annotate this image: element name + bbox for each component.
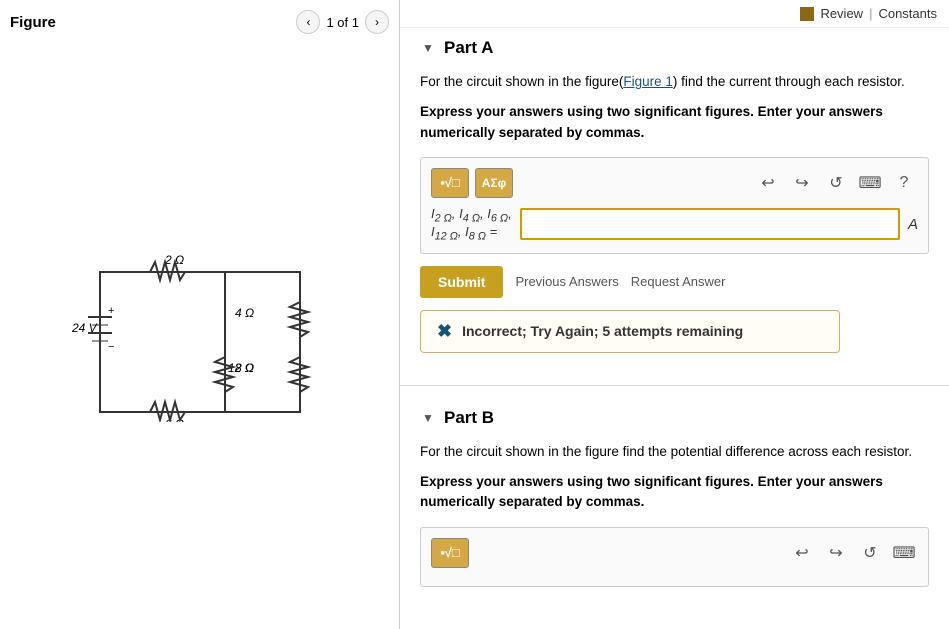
submit-button[interactable]: Submit — [420, 266, 503, 298]
reset-button[interactable]: ↺ — [822, 169, 850, 197]
right-panel: Review | Constants ▼ Part A For the circ… — [400, 0, 949, 629]
part-b-title: Part B — [444, 408, 494, 428]
part-a-answer-box: ▪√□ ΑΣφ ↩ ↪ ↺ ⌨ ? I2 Ω, I4 Ω, I6 Ω, — [420, 157, 929, 254]
figure-count: 1 of 1 — [326, 15, 359, 30]
part-b-question: For the circuit shown in the figure find… — [420, 442, 929, 462]
help-button[interactable]: ? — [890, 169, 918, 197]
svg-text:4 Ω: 4 Ω — [235, 306, 254, 320]
constants-link[interactable]: Constants — [878, 6, 937, 21]
symbol-tool-button[interactable]: ΑΣφ — [475, 168, 513, 198]
part-b-redo-button[interactable]: ↪ — [822, 539, 850, 567]
part-b-instructions: Express your answers using two significa… — [420, 472, 929, 513]
math-tool-button[interactable]: ▪√□ — [431, 168, 469, 198]
request-answer-link[interactable]: Request Answer — [631, 274, 726, 289]
keyboard-button[interactable]: ⌨ — [856, 169, 884, 197]
action-row: Submit Previous Answers Request Answer — [420, 266, 929, 298]
next-figure-button[interactable]: › — [365, 10, 389, 34]
part-a-toggle[interactable]: ▼ — [420, 40, 436, 56]
part-b-reset-button[interactable]: ↺ — [856, 539, 884, 567]
circuit-diagram: 2 Ω + − 24 V 6 Ω 4 — [10, 44, 389, 619]
feedback-text: Incorrect; Try Again; 5 attempts remaini… — [462, 323, 743, 339]
part-b-answer-box: ▪√□ ↩ ↪ ↺ ⌨ — [420, 527, 929, 587]
math-tool-icon: ▪√□ — [440, 175, 460, 190]
svg-text:+: + — [108, 305, 114, 317]
svg-text:24 V: 24 V — [71, 321, 98, 335]
prev-figure-button[interactable]: ‹ — [296, 10, 320, 34]
figure-title: Figure — [10, 14, 56, 31]
review-link[interactable]: Review — [820, 6, 863, 21]
answer-input[interactable] — [520, 208, 900, 240]
part-b-toggle[interactable]: ▼ — [420, 410, 436, 426]
top-bar: Review | Constants — [400, 0, 949, 28]
part-b-math-tool-button[interactable]: ▪√□ — [431, 538, 469, 568]
review-icon — [800, 7, 814, 21]
redo-button[interactable]: ↪ — [788, 169, 816, 197]
previous-answers-link[interactable]: Previous Answers — [515, 274, 618, 289]
feedback-box: ✖ Incorrect; Try Again; 5 attempts remai… — [420, 310, 840, 353]
part-b-math-icon: ▪√□ — [440, 545, 460, 560]
feedback-icon: ✖ — [437, 321, 452, 342]
symbol-tool-icon: ΑΣφ — [482, 176, 506, 190]
figure-nav: ‹ 1 of 1 › — [296, 10, 389, 34]
part-b-section: ▼ Part B For the circuit shown in the fi… — [400, 398, 949, 615]
separator: | — [869, 6, 872, 21]
part-b-keyboard-button[interactable]: ⌨ — [890, 539, 918, 567]
input-suffix: A — [908, 216, 918, 233]
part-a-title: Part A — [444, 38, 493, 58]
input-label: I2 Ω, I4 Ω, I6 Ω, I12 Ω, I8 Ω = — [431, 206, 512, 243]
part-a-section: ▼ Part A For the circuit shown in the fi… — [400, 28, 949, 385]
svg-text:−: − — [108, 341, 114, 353]
figure1-link[interactable]: Figure 1 — [623, 74, 673, 89]
part-a-question: For the circuit shown in the figure(Figu… — [420, 72, 929, 92]
part-b-undo-button[interactable]: ↩ — [788, 539, 816, 567]
part-a-instructions: Express your answers using two significa… — [420, 102, 929, 143]
undo-button[interactable]: ↩ — [754, 169, 782, 197]
